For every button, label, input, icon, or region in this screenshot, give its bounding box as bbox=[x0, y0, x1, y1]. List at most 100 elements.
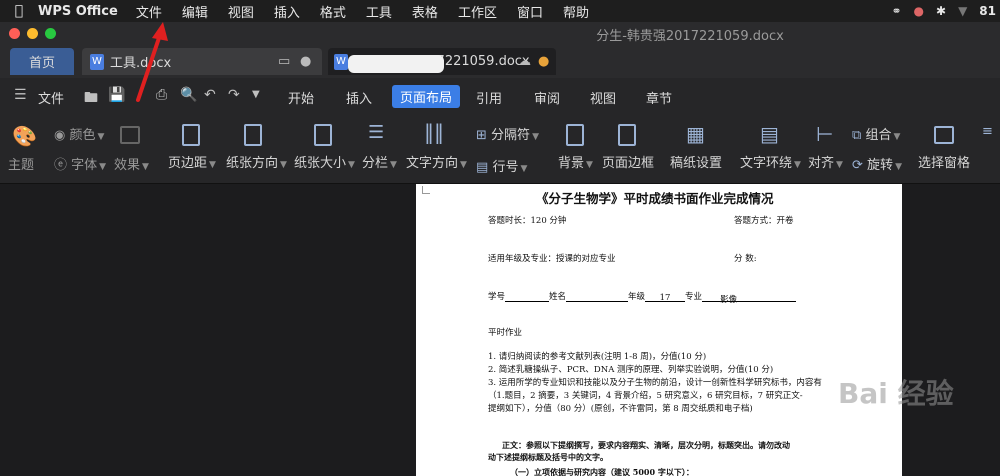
effect-button[interactable]: 效果 ▼ bbox=[114, 154, 149, 173]
grid-paper-icon[interactable]: ▦ bbox=[686, 122, 705, 146]
method-text: 答题方式：开卷 bbox=[734, 216, 794, 226]
name-field[interactable] bbox=[566, 293, 629, 302]
system-menubar:  WPS Office 文件 编辑 视图 插入 格式 工具 表格 工作区 窗口… bbox=[0, 0, 1000, 22]
tab-review[interactable]: 审阅 bbox=[534, 88, 560, 107]
effect-icon[interactable] bbox=[120, 126, 140, 144]
menu-insert[interactable]: 插入 bbox=[274, 2, 300, 21]
monitor-icon[interactable]: ▭ bbox=[278, 54, 290, 69]
save-icon[interactable]: 💾 bbox=[108, 87, 125, 103]
grade-label: 年级 bbox=[628, 292, 646, 302]
word-doc-icon: W bbox=[334, 53, 348, 70]
line-number-button[interactable]: ▤ 行号 ▼ bbox=[476, 156, 527, 175]
line-number-icon: ▤ bbox=[476, 160, 489, 175]
page-border-button[interactable]: 页面边框 bbox=[602, 152, 654, 171]
menu-table[interactable]: 表格 bbox=[412, 2, 438, 21]
menu-edit[interactable]: 编辑 bbox=[182, 2, 208, 21]
page-border-icon[interactable] bbox=[618, 124, 636, 146]
menu-tools[interactable]: 工具 bbox=[366, 2, 392, 21]
group-button[interactable]: ⧉ 组合 ▼ bbox=[852, 124, 900, 143]
menu-format[interactable]: 格式 bbox=[320, 2, 346, 21]
align-icon[interactable]: ⊢ bbox=[816, 122, 833, 146]
font-icon: ⓔ bbox=[54, 158, 68, 173]
margins-button[interactable]: 页边距 ▼ bbox=[168, 152, 216, 171]
duration-text: 答题时长：120 分钟 bbox=[488, 216, 567, 226]
grid-paper-button[interactable]: 稿纸设置 bbox=[670, 152, 722, 171]
color-button[interactable]: ◉ 颜色 ▼ bbox=[54, 124, 104, 143]
undo-icon[interactable]: ↶ bbox=[204, 87, 216, 103]
bluetooth-icon[interactable]: ✱ bbox=[936, 4, 946, 18]
tab-home[interactable]: 首页 bbox=[10, 48, 74, 75]
app-status-icon[interactable]: ● bbox=[914, 4, 924, 18]
list-item: （1.题目，2 摘要，3 关键词，4 背景介绍，5 研究意义，6 研究目标，7 … bbox=[488, 391, 803, 401]
background-icon[interactable] bbox=[566, 124, 584, 146]
palette-icon: ◉ bbox=[54, 128, 66, 143]
redo-icon[interactable]: ↷ bbox=[228, 87, 240, 103]
menu-view[interactable]: 视图 bbox=[228, 2, 254, 21]
menu-help[interactable]: 帮助 bbox=[563, 2, 589, 21]
text-direction-icon[interactable]: ‖‖ bbox=[424, 120, 444, 144]
major-field[interactable]: 影像 bbox=[702, 293, 797, 305]
hamburger-menu-icon[interactable]: ☰ bbox=[14, 87, 27, 103]
note-line: 正文：参照以下提纲撰写，要求内容翔实、清晰，层次分明，标题突出。请勿改动 bbox=[502, 440, 790, 450]
wifi-icon[interactable]: ▼ bbox=[958, 4, 967, 18]
student-no-label: 学号 bbox=[488, 292, 506, 302]
rotate-button[interactable]: ⟳ 旋转 ▼ bbox=[852, 154, 902, 173]
more-tools-icon[interactable]: ≡ bbox=[982, 124, 993, 139]
tab-references[interactable]: 引用 bbox=[476, 88, 502, 107]
tab-chapter[interactable]: 章节 bbox=[646, 88, 672, 107]
section-title: 平时作业 bbox=[488, 328, 523, 338]
selection-pane-icon[interactable] bbox=[934, 126, 954, 144]
text-wrap-button[interactable]: 文字环绕 ▼ bbox=[740, 152, 801, 171]
apple-icon[interactable]:  bbox=[0, 3, 38, 19]
separator-icon: ⊞ bbox=[476, 128, 487, 143]
grade-field[interactable]: 17 bbox=[645, 293, 686, 303]
file-menu-button[interactable]: 文件 bbox=[38, 88, 64, 107]
tab-insert[interactable]: 插入 bbox=[346, 88, 372, 107]
align-button[interactable]: 对齐 ▼ bbox=[808, 152, 843, 171]
font-button[interactable]: ⓔ 字体 ▼ bbox=[54, 154, 106, 173]
margins-icon[interactable] bbox=[182, 124, 200, 146]
doc-title: 《分子生物学》平时成绩书面作业完成情况 bbox=[536, 191, 774, 206]
document-page[interactable]: 《分子生物学》平时成绩书面作业完成情况 答题时长：120 分钟 答题方式：开卷 … bbox=[416, 184, 902, 476]
name-label: 姓名 bbox=[549, 292, 567, 302]
orientation-icon[interactable] bbox=[244, 124, 262, 146]
selection-pane-button[interactable]: 选择窗格 bbox=[918, 152, 970, 171]
print-icon[interactable]: ⎙ bbox=[156, 87, 167, 103]
open-folder-icon[interactable]: 🖿 bbox=[84, 87, 98, 111]
battery-text: 81 bbox=[979, 4, 996, 18]
theme-icon[interactable]: 🎨 bbox=[12, 124, 37, 148]
text-direction-button[interactable]: 文字方向 ▼ bbox=[406, 152, 467, 171]
app-menu[interactable]: WPS Office bbox=[38, 4, 118, 19]
cloud-icon[interactable]: ☁ bbox=[518, 54, 531, 69]
page-size-icon[interactable] bbox=[314, 124, 332, 146]
list-item: 提纲如下），分值（80 分）(原创，不许雷同，第 8 周交纸质和电子档) bbox=[488, 404, 753, 414]
tab-start[interactable]: 开始 bbox=[288, 88, 314, 107]
columns-icon[interactable]: ☰ bbox=[368, 122, 384, 143]
tab-page-layout[interactable]: 页面布局 bbox=[392, 85, 461, 108]
dropdown-icon[interactable]: ▼ bbox=[252, 89, 260, 100]
tab-view[interactable]: 视图 bbox=[590, 88, 616, 107]
creative-cloud-icon[interactable]: ⚭ bbox=[891, 4, 901, 18]
unsaved-dot-icon: ● bbox=[300, 54, 312, 69]
menu-workspace[interactable]: 工作区 bbox=[458, 2, 497, 21]
unsaved-dot-icon: ● bbox=[538, 54, 550, 69]
background-button[interactable]: 背景 ▼ bbox=[558, 152, 593, 171]
separator-button[interactable]: ⊞ 分隔符 ▼ bbox=[476, 124, 539, 143]
document-tabbar: 首页 W 工具.docx ▭ ● W 017221059.docx ☁ ● + bbox=[0, 44, 1000, 115]
text-wrap-icon[interactable]: ▤ bbox=[760, 122, 779, 146]
redaction-mark bbox=[348, 55, 444, 73]
orientation-button[interactable]: 纸张方向 ▼ bbox=[226, 152, 287, 171]
print-preview-icon[interactable]: 🔍 bbox=[180, 87, 197, 103]
window-titlebar: 分生-韩贵强2017221059.docx bbox=[0, 22, 1000, 44]
menu-file[interactable]: 文件 bbox=[136, 2, 162, 21]
page-corner-marker bbox=[422, 186, 430, 194]
theme-button[interactable]: 主题 bbox=[8, 154, 34, 173]
columns-button[interactable]: 分栏 ▼ bbox=[362, 152, 397, 171]
page-size-button[interactable]: 纸张大小 ▼ bbox=[294, 152, 355, 171]
watermark-logo: Bai 经验 bbox=[838, 377, 954, 410]
student-no-field[interactable] bbox=[505, 293, 550, 302]
score-text: 分 数: bbox=[734, 254, 757, 264]
menu-window[interactable]: 窗口 bbox=[517, 2, 543, 21]
tab-tools-doc[interactable]: W 工具.docx ▭ ● bbox=[82, 48, 322, 75]
student-info-line: 学号 姓名 年级 17 专业 影像 bbox=[488, 290, 797, 305]
